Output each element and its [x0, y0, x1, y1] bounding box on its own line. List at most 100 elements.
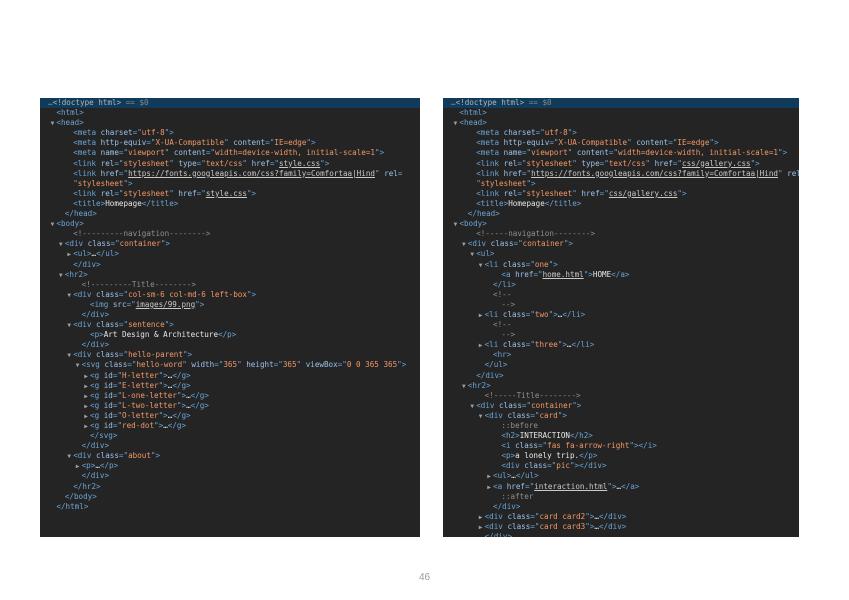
dom-node-row[interactable]: ▶ <g id="E-letter">…</g>	[40, 381, 420, 391]
dom-node-row[interactable]: <!---------navigation-------->	[40, 229, 420, 239]
dom-node-row[interactable]: ▶ <g id="L-two-letter">…</g>	[40, 401, 420, 411]
dom-node-row[interactable]: <!---------Title-------->	[40, 280, 420, 290]
dom-node-row[interactable]: ▼ <div class="col-sm-6 col-md-6 left-box"…	[40, 290, 420, 300]
dom-node-row[interactable]: </div>	[40, 441, 420, 451]
dom-node-row[interactable]: ▼ <div class="container">	[443, 239, 799, 249]
dom-node-row[interactable]: </head>	[40, 209, 420, 219]
dom-node-row[interactable]: ▼ <div class="about">	[40, 451, 420, 461]
token-url[interactable]: https://fonts.googleapis.com/css?family=…	[531, 169, 778, 178]
dom-node-row[interactable]: </div>	[40, 471, 420, 481]
dom-node-row[interactable]: </html>	[40, 502, 420, 512]
dom-node-row[interactable]: <title>Homepage</title>	[443, 199, 799, 209]
dom-node-row[interactable]: ▼ <svg class="hello-word" width="365" hei…	[40, 360, 420, 370]
dom-node-row[interactable]: <a href="home.html">HOME</a>	[443, 270, 799, 280]
dom-node-row[interactable]: <link href="https://fonts.googleapis.com…	[443, 169, 799, 179]
dom-node-row[interactable]: <link rel="stylesheet" type="text/css" h…	[443, 159, 799, 169]
dom-node-row[interactable]: <html>	[443, 108, 799, 118]
token-tag: ">	[709, 138, 719, 148]
dom-node-row[interactable]: </div>	[40, 260, 420, 270]
dom-node-row[interactable]: <p>a lonely trip.</p>	[443, 451, 799, 461]
dom-node-row[interactable]: <meta http-equiv="X-UA-Compatible" conte…	[40, 138, 420, 148]
dom-node-row[interactable]: ▶ <div class="card card3">…</div>	[443, 522, 799, 532]
dom-node-row[interactable]: </li>	[443, 280, 799, 290]
dom-node-row[interactable]: <html>	[40, 108, 420, 118]
dom-node-row[interactable]: <div class="pic"></div>	[443, 461, 799, 471]
token-url[interactable]: interaction.html	[534, 482, 607, 491]
token-txt: INTERACTION	[519, 431, 570, 441]
dom-node-row[interactable]: <link rel="stylesheet" type="text/css" h…	[40, 159, 420, 169]
dom-node-row[interactable]: ▼ <body>	[443, 219, 799, 229]
dom-node-row[interactable]: </div>	[443, 532, 799, 537]
token-url[interactable]: css/gallery.css	[609, 189, 678, 198]
dom-node-row[interactable]: <h2>INTERACTION</h2>	[443, 431, 799, 441]
selected-node-row[interactable]: …<!doctype html> == $0	[40, 98, 420, 109]
dom-node-row[interactable]: ▶ <g id="H-letter">…</g>	[40, 371, 420, 381]
dom-node-row[interactable]: </head>	[443, 209, 799, 219]
dom-node-row[interactable]: <!-----navigation-------->	[443, 229, 799, 239]
dom-node-row[interactable]: ▶ <ul>…</ul>	[443, 471, 799, 481]
dom-node-row[interactable]: <link href="https://fonts.googleapis.com…	[40, 169, 420, 179]
dom-node-row[interactable]: <hr>	[443, 350, 799, 360]
dom-node-row[interactable]: ▼ <li class="one">	[443, 260, 799, 270]
token-val: stylesheet	[526, 158, 573, 168]
token-url[interactable]: style.css	[206, 189, 247, 198]
dom-node-row[interactable]: <i class="fas fa-arrow-right"></i>	[443, 441, 799, 451]
dom-node-row[interactable]: "stylesheet">	[40, 179, 420, 189]
dom-node-row[interactable]: <link rel="stylesheet" href="css/gallery…	[443, 189, 799, 199]
dom-node-row[interactable]: ▶ <g id="red-dot">…</g>	[40, 421, 420, 431]
dom-node-row[interactable]: </div>	[40, 340, 420, 350]
dom-node-row[interactable]: ▼ <ul>	[443, 249, 799, 259]
dom-node-row[interactable]: ▶ <a href="interaction.html">…</a>	[443, 482, 799, 492]
dom-node-row[interactable]: <meta charset="utf-8">	[40, 128, 420, 138]
dom-node-row[interactable]: </div>	[443, 371, 799, 381]
dom-node-row[interactable]: ▶ <p>…</p>	[40, 461, 420, 471]
dom-node-row[interactable]: ▶ <ul>…</ul>	[40, 249, 420, 259]
dom-node-row[interactable]: ▶ <div class="card card2">…</div>	[443, 512, 799, 522]
token-tag: "	[182, 360, 192, 370]
dom-node-row[interactable]: ▼ <div class="container">	[443, 401, 799, 411]
token-url[interactable]: images/99.png	[136, 300, 195, 309]
dom-node-row[interactable]: ▶ <li class="three">…</li>	[443, 340, 799, 350]
dom-node-row[interactable]: <meta name="viewport" content="width=dev…	[443, 148, 799, 158]
dom-node-row[interactable]: </hr2>	[40, 482, 420, 492]
dom-node-row[interactable]: -->	[443, 330, 799, 340]
dom-node-row[interactable]: ::before	[443, 421, 799, 431]
dom-node-row[interactable]: </ul>	[443, 360, 799, 370]
token-url[interactable]: https://fonts.googleapis.com/css?family=…	[128, 169, 375, 178]
selected-node-row[interactable]: …<!doctype html> == $0	[443, 98, 799, 109]
dom-node-row[interactable]: ▼ <head>	[40, 118, 420, 128]
token-attr: type	[581, 158, 600, 168]
token-url[interactable]: css/gallery.css	[682, 159, 751, 168]
dom-node-row[interactable]: ▼ <div class="container">	[40, 239, 420, 249]
dom-node-row[interactable]: <!-----Title-------->	[443, 391, 799, 401]
token-attr: class	[507, 410, 531, 420]
dom-node-row[interactable]: "stylesheet">	[443, 179, 799, 189]
dom-node-row[interactable]: <meta name="viewport" content="width=dev…	[40, 148, 420, 158]
dom-node-row[interactable]: ::after	[443, 492, 799, 502]
dom-node-row[interactable]: ▼ <hr2>	[443, 381, 799, 391]
dom-node-row[interactable]: ▼ <div class="sentence">	[40, 320, 420, 330]
dom-node-row[interactable]: </div>	[443, 502, 799, 512]
dom-node-row[interactable]: ▼ <head>	[443, 118, 799, 128]
dom-node-row[interactable]: ▼ <body>	[40, 219, 420, 229]
dom-node-row[interactable]: ▼ <hr2>	[40, 270, 420, 280]
dom-node-row[interactable]: <p>Art Design & Architecture</p>	[40, 330, 420, 340]
dom-node-row[interactable]: </div>	[40, 310, 420, 320]
dom-node-row[interactable]: <link rel="stylesheet" href="style.css">	[40, 189, 420, 199]
dom-node-row[interactable]: ▼ <div class="hello-parent">	[40, 350, 420, 360]
dom-node-row[interactable]: ▶ <li class="two">…</li>	[443, 310, 799, 320]
dom-node-row[interactable]: <!--	[443, 320, 799, 330]
dom-node-row[interactable]: ▼ <div class="card">	[443, 411, 799, 421]
token-url[interactable]: home.html	[543, 270, 584, 279]
dom-node-row[interactable]: </body>	[40, 492, 420, 502]
dom-node-row[interactable]: -->	[443, 300, 799, 310]
dom-node-row[interactable]: <meta charset="utf-8">	[443, 128, 799, 138]
dom-node-row[interactable]: </svg>	[40, 431, 420, 441]
token-url[interactable]: style.css	[279, 159, 320, 168]
dom-node-row[interactable]: <!--	[443, 290, 799, 300]
dom-node-row[interactable]: <meta http-equiv="X-UA-Compatible" conte…	[443, 138, 799, 148]
dom-node-row[interactable]: <title>Homepage</title>	[40, 199, 420, 209]
dom-node-row[interactable]: ▶ <g id="O-letter">…</g>	[40, 411, 420, 421]
dom-node-row[interactable]: ▶ <g id="L-one-letter">…</g>	[40, 391, 420, 401]
dom-node-row[interactable]: <img src="images/99.png">	[40, 300, 420, 310]
